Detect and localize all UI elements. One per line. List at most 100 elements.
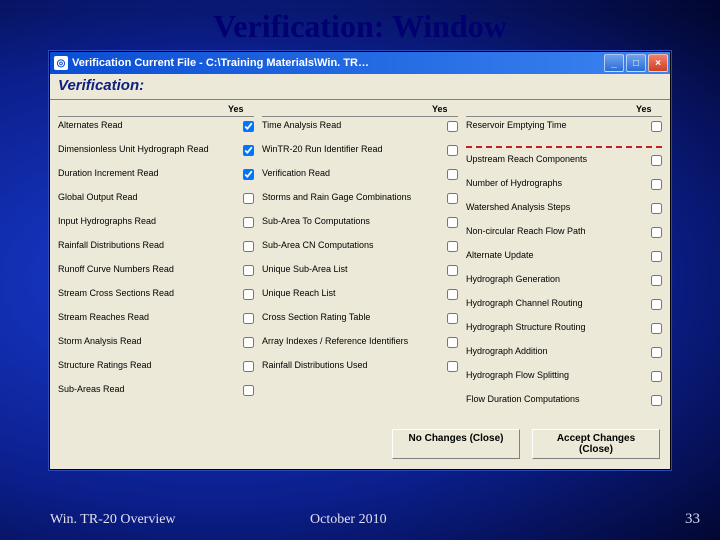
row-label: Runoff Curve Numbers Read [58,264,236,274]
no-changes-button[interactable]: No Changes (Close) [392,429,520,459]
row-checkbox[interactable] [651,179,662,190]
panel-header: Verification: [50,74,670,100]
row-checkbox[interactable] [651,121,662,132]
row-label: Array Indexes / Reference Identifiers [262,336,440,346]
row-checkbox[interactable] [651,299,662,310]
row-checkbox[interactable] [447,145,458,156]
slide-title: Verification: Window [0,8,720,45]
row-checkbox[interactable] [447,289,458,300]
app-icon: ◎ [54,56,68,70]
row-checkbox[interactable] [447,337,458,348]
row-checkbox[interactable] [447,121,458,132]
yes-label: Yes [228,104,254,114]
row-checkbox[interactable] [651,251,662,262]
row-label: Number of Hydrographs [466,178,644,188]
row-checkbox[interactable] [243,289,254,300]
verification-row: Runoff Curve Numbers Read [58,263,254,287]
verification-row: Non-circular Reach Flow Path [466,225,662,249]
maximize-button[interactable]: □ [626,54,646,72]
row-checkbox[interactable] [243,169,254,180]
row-label: Unique Sub-Area List [262,264,440,274]
row-checkbox[interactable] [243,217,254,228]
row-checkbox[interactable] [243,337,254,348]
row-label: Hydrograph Flow Splitting [466,370,644,380]
verification-row: Alternate Update [466,249,662,273]
verification-row: Input Hydrographs Read [58,215,254,239]
verification-row: Storm Analysis Read [58,335,254,359]
row-label: Reservoir Emptying Time [466,120,644,130]
row-checkbox[interactable] [243,361,254,372]
row-checkbox[interactable] [447,313,458,324]
row-label: Upstream Reach Components [466,154,644,164]
verification-row: Hydrograph Structure Routing [466,321,662,345]
close-button[interactable]: × [648,54,668,72]
row-label: Cross Section Rating Table [262,312,440,322]
row-label: Storms and Rain Gage Combinations [262,192,440,202]
row-checkbox[interactable] [651,227,662,238]
row-label: Global Output Read [58,192,236,202]
row-label: Time Analysis Read [262,120,440,130]
row-checkbox[interactable] [651,395,662,406]
yes-header: Yes [466,102,662,117]
row-label: Sub-Area CN Computations [262,240,440,250]
column-2: Yes Reservoir Emptying Time Upstream Reach… [462,102,666,417]
verification-row: Storms and Rain Gage Combinations [262,191,458,215]
row-checkbox[interactable] [243,313,254,324]
verification-row: Time Analysis Read [262,119,458,143]
yes-label: Yes [432,104,458,114]
row-label: Rainfall Distributions Read [58,240,236,250]
verification-row: Sub-Area CN Computations [262,239,458,263]
row-checkbox[interactable] [243,241,254,252]
row-checkbox[interactable] [651,371,662,382]
row-checkbox[interactable] [447,265,458,276]
verification-row: Unique Reach List [262,287,458,311]
verification-row: Hydrograph Flow Splitting [466,369,662,393]
row-checkbox[interactable] [447,217,458,228]
row-checkbox[interactable] [447,193,458,204]
row-checkbox[interactable] [447,241,458,252]
verification-row: Stream Cross Sections Read [58,287,254,311]
row-checkbox[interactable] [243,121,254,132]
footer-center: October 2010 [250,512,640,528]
column-0: Yes Alternates Read Dimensionless Unit Hyd… [54,102,258,417]
row-label: Dimensionless Unit Hydrograph Read [58,144,236,154]
row-label: Stream Reaches Read [58,312,236,322]
row-checkbox[interactable] [243,145,254,156]
accept-changes-button[interactable]: Accept Changes (Close) [532,429,660,459]
verification-row: Sub-Areas Read [58,383,254,407]
row-label: Hydrograph Structure Routing [466,322,644,332]
row-checkbox[interactable] [447,361,458,372]
row-label: Non-circular Reach Flow Path [466,226,644,236]
row-label: WinTR-20 Run Identifier Read [262,144,440,154]
verification-row: Unique Sub-Area List [262,263,458,287]
minimize-button[interactable]: _ [604,54,624,72]
verification-row: WinTR-20 Run Identifier Read [262,143,458,167]
window-title: Verification Current File - C:\Training … [72,57,604,69]
row-checkbox[interactable] [447,169,458,180]
verification-row: Array Indexes / Reference Identifiers [262,335,458,359]
row-label: Hydrograph Channel Routing [466,298,644,308]
row-checkbox[interactable] [651,203,662,214]
row-checkbox[interactable] [651,323,662,334]
row-checkbox[interactable] [651,347,662,358]
button-row: No Changes (Close) Accept Changes (Close… [50,421,670,469]
verification-row: Rainfall Distributions Used [262,359,458,383]
verification-row: Verification Read [262,167,458,191]
row-label: Input Hydrographs Read [58,216,236,226]
row-label: Hydrograph Generation [466,274,644,284]
row-checkbox[interactable] [651,275,662,286]
row-label: Sub-Area To Computations [262,216,440,226]
row-label: Alternates Read [58,120,236,130]
verification-row: Stream Reaches Read [58,311,254,335]
row-checkbox[interactable] [651,155,662,166]
verification-row: Rainfall Distributions Read [58,239,254,263]
column-1: Yes Time Analysis Read WinTR-20 Run Identi… [258,102,462,417]
row-checkbox[interactable] [243,265,254,276]
row-checkbox[interactable] [243,385,254,396]
row-label: Flow Duration Computations [466,394,644,404]
verification-row: Global Output Read [58,191,254,215]
verification-window: ◎ Verification Current File - C:\Trainin… [49,51,671,470]
verification-row: Reservoir Emptying Time [466,119,662,143]
row-checkbox[interactable] [243,193,254,204]
titlebar[interactable]: ◎ Verification Current File - C:\Trainin… [50,52,670,74]
